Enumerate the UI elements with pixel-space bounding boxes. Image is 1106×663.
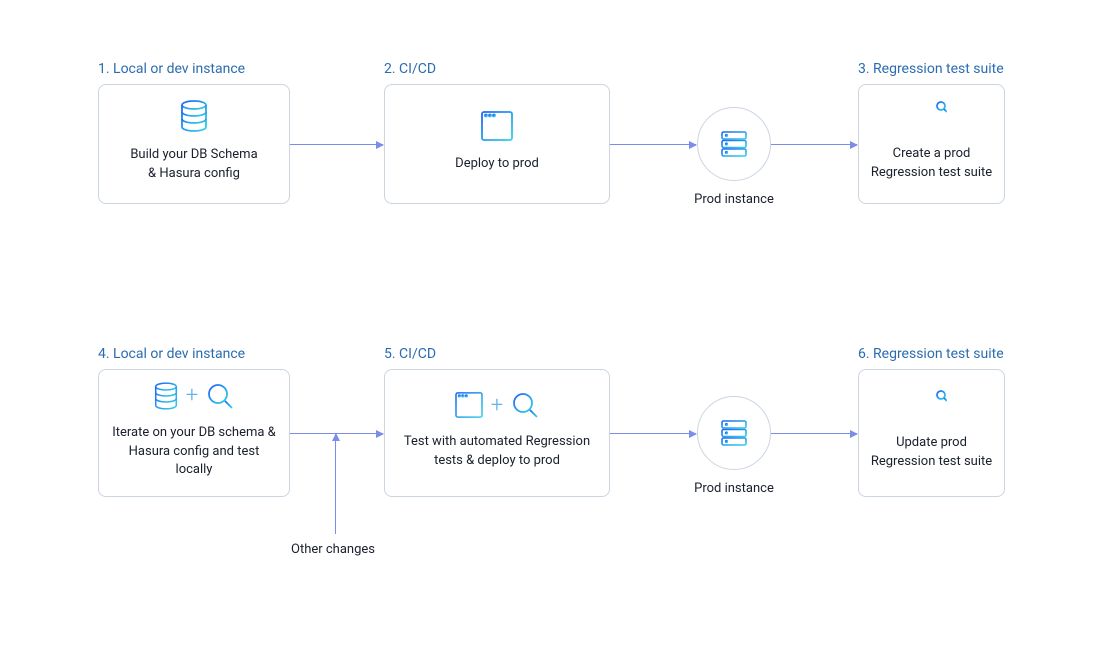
step5-box: + Test with automated Regression tests &… [384, 369, 610, 497]
step5-title: 5. CI/CD [384, 346, 436, 362]
step2-caption: Deploy to prod [455, 155, 539, 174]
database-icon [180, 100, 208, 132]
document-search-icon [917, 101, 947, 131]
prod-instance-label-2: Prod instance [674, 481, 794, 496]
step1-box: Build your DB Schema & Hasura config [98, 84, 290, 204]
step6-caption: Update prod Regression test suite [871, 434, 992, 472]
arrow-other-changes [335, 434, 336, 534]
plus-icon: + [491, 393, 503, 418]
step3-caption: Create a prod Regression test suite [871, 145, 992, 183]
arrow-1-2 [290, 144, 383, 145]
arrow-circle-6 [771, 433, 857, 434]
arrow-5-circle [610, 433, 696, 434]
step2-box: Deploy to prod [384, 84, 610, 204]
step6-title: 6. Regression test suite [858, 346, 1004, 362]
step1-caption: Build your DB Schema & Hasura config [130, 146, 257, 184]
step4-title: 4. Local or dev instance [98, 346, 245, 362]
magnifier-icon [511, 391, 539, 419]
diagram-canvas: 1. Local or dev instance Build your DB S… [0, 0, 1106, 663]
database-icon [154, 382, 178, 410]
server-icon [721, 420, 747, 446]
prod-instance-circle-1 [697, 107, 771, 181]
browser-window-icon [481, 111, 513, 141]
step6-box: Update prod Regression test suite [858, 369, 1005, 497]
plus-icon: + [186, 383, 198, 408]
step1-title: 1. Local or dev instance [98, 61, 245, 77]
prod-instance-circle-2 [697, 396, 771, 470]
server-icon [721, 131, 747, 157]
prod-instance-label-1: Prod instance [674, 192, 794, 207]
step3-box: Create a prod Regression test suite [858, 84, 1005, 204]
step4-box: + Iterate on your DB schema & Hasura con… [98, 369, 290, 497]
browser-window-icon [455, 392, 483, 418]
step4-icons: + [154, 382, 234, 410]
step5-icons: + [455, 391, 539, 419]
magnifier-icon [206, 382, 234, 410]
document-search-icon [917, 390, 947, 420]
step5-caption: Test with automated Regression tests & d… [404, 433, 590, 471]
other-changes-label: Other changes [291, 542, 375, 557]
step4-caption: Iterate on your DB schema & Hasura confi… [109, 424, 279, 481]
arrow-2-circle [610, 144, 696, 145]
arrow-circle-3 [771, 144, 857, 145]
step3-title: 3. Regression test suite [858, 61, 1004, 77]
step2-title: 2. CI/CD [384, 61, 436, 77]
